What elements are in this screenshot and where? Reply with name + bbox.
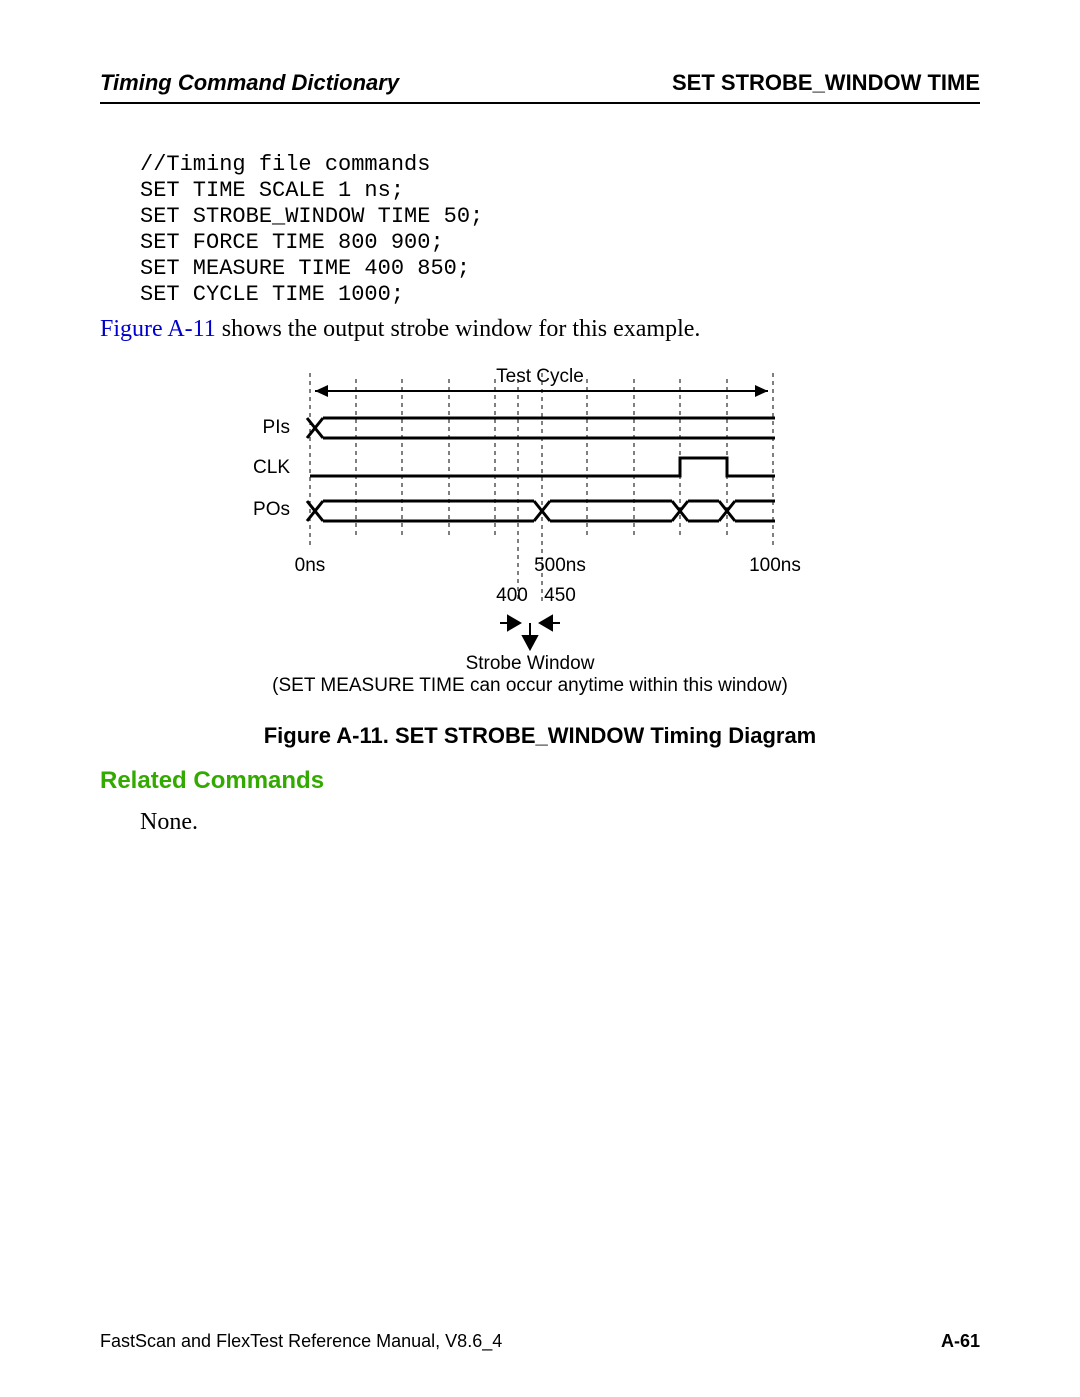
footer-page-number: A-61 xyxy=(941,1331,980,1352)
code-block: //Timing file commands SET TIME SCALE 1 … xyxy=(140,152,980,308)
paragraph-rest: shows the output strobe window for this … xyxy=(216,316,701,342)
header-right: SET STROBE_WINDOW TIME xyxy=(672,70,980,96)
page-footer: FastScan and FlexTest Reference Manual, … xyxy=(100,1331,980,1352)
related-commands-heading: Related Commands xyxy=(100,767,980,795)
value-450: 450 xyxy=(544,585,576,606)
strobe-window-marker xyxy=(500,616,560,649)
timing-diagram: Test Cycle PIs CLK POs xyxy=(100,363,980,703)
figure-caption: Figure A-11. SET STROBE_WINDOW Timing Di… xyxy=(100,723,980,749)
header-left: Timing Command Dictionary xyxy=(100,70,399,96)
strobe-window-label: Strobe Window xyxy=(466,653,595,674)
test-cycle-label: Test Cycle xyxy=(496,366,584,387)
waveform-pis xyxy=(307,418,775,438)
label-pos: POs xyxy=(253,499,290,520)
value-400: 400 xyxy=(496,585,528,606)
waveform-pos xyxy=(307,501,775,521)
label-clk: CLK xyxy=(253,457,290,478)
strobe-window-note: (SET MEASURE TIME can occur anytime with… xyxy=(272,675,788,696)
waveform-clk xyxy=(310,458,775,476)
page-header: Timing Command Dictionary SET STROBE_WIN… xyxy=(100,70,980,104)
figure-link[interactable]: Figure A-11 xyxy=(100,316,216,342)
footer-left: FastScan and FlexTest Reference Manual, … xyxy=(100,1331,502,1352)
time-100ns: 100ns xyxy=(749,555,801,576)
figure-reference-paragraph: Figure A-11 shows the output strobe wind… xyxy=(100,316,980,343)
time-500ns: 500ns xyxy=(534,555,586,576)
label-pis: PIs xyxy=(263,417,290,438)
time-0ns: 0ns xyxy=(295,555,326,576)
related-commands-none: None. xyxy=(140,809,980,836)
page: Timing Command Dictionary SET STROBE_WIN… xyxy=(0,0,1080,1397)
